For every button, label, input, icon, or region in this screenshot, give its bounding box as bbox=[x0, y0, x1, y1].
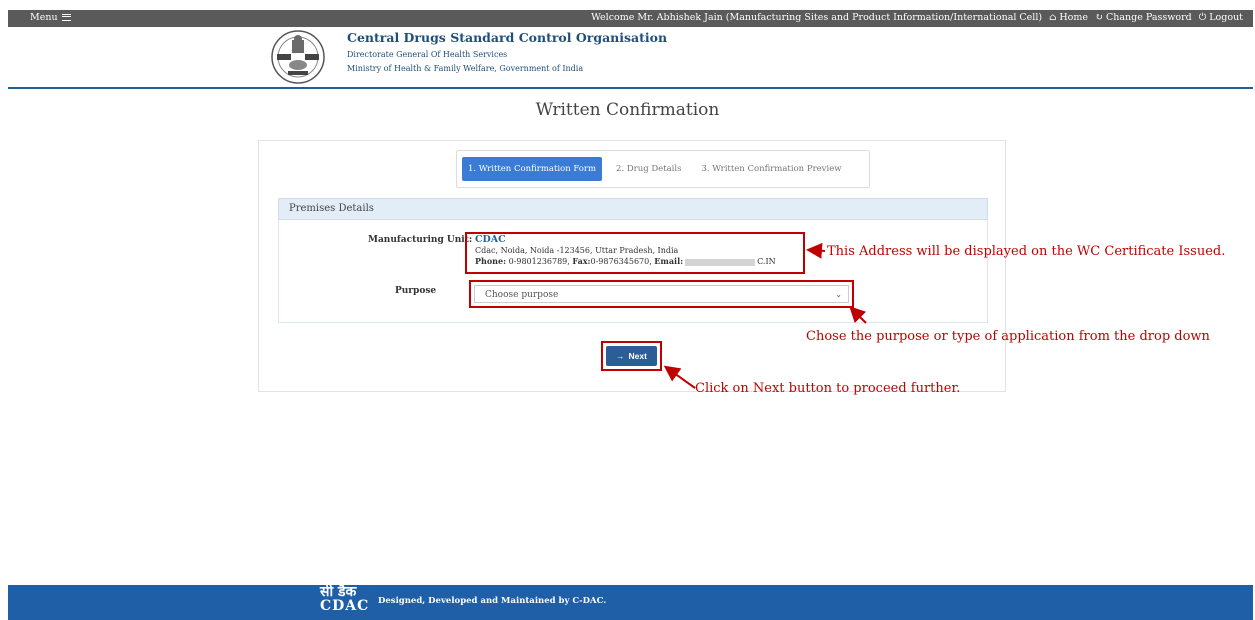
email-label: Email: bbox=[654, 256, 684, 266]
arrow-right-icon: → bbox=[616, 351, 625, 361]
email-tail: C.IN bbox=[757, 257, 776, 266]
cdac-logo: सी डैक CDAC bbox=[320, 585, 369, 613]
menu-button[interactable]: Menu bbox=[30, 12, 71, 23]
home-icon: ⌂ bbox=[1049, 12, 1057, 23]
manufacturing-unit-label: Manufacturing Unit: bbox=[368, 235, 473, 245]
step-written-confirmation-preview[interactable]: 3. Written Confirmation Preview bbox=[695, 157, 847, 181]
top-bar: Menu Welcome Mr. Abhishek Jain (Manufact… bbox=[8, 10, 1253, 27]
step-written-confirmation-form[interactable]: 1. Written Confirmation Form bbox=[462, 157, 603, 181]
directorate-name: Directorate General Of Health Services bbox=[347, 50, 508, 59]
change-password-link[interactable]: ↻ Change Password bbox=[1095, 12, 1192, 23]
hamburger-icon bbox=[61, 14, 71, 21]
purpose-select-value: Choose purpose bbox=[485, 290, 559, 300]
cdac-logo-english: CDAC bbox=[320, 598, 370, 614]
logout-label: Logout bbox=[1209, 12, 1243, 23]
annotation-address: This Address will be displayed on the WC… bbox=[827, 244, 1226, 259]
chevron-down-icon: ⌄ bbox=[835, 290, 842, 299]
cdsco-emblem-logo bbox=[271, 30, 325, 84]
unit-contact: Phone: 0-9801236789, Fax:0-9876345670, E… bbox=[475, 256, 795, 268]
manufacturing-unit-address: CDAC Cdac, Noida, Noida -123456, Uttar P… bbox=[465, 232, 805, 274]
home-link[interactable]: ⌂ Home bbox=[1049, 12, 1088, 23]
change-password-label: Change Password bbox=[1105, 12, 1192, 23]
phone-value: 0-9801236789, bbox=[508, 257, 570, 266]
step-drug-details[interactable]: 2. Drug Details bbox=[610, 157, 687, 181]
annotation-next: Click on Next button to proceed further. bbox=[695, 381, 961, 396]
next-button[interactable]: → Next bbox=[606, 346, 657, 366]
menu-label: Menu bbox=[30, 12, 58, 23]
fax-value: 0-9876345670, bbox=[590, 257, 652, 266]
header-divider bbox=[8, 87, 1253, 89]
refresh-icon: ↻ bbox=[1095, 12, 1103, 23]
home-label: Home bbox=[1059, 12, 1088, 23]
top-right-links: Welcome Mr. Abhishek Jain (Manufacturing… bbox=[591, 12, 1243, 23]
purpose-label: Purpose bbox=[395, 286, 437, 296]
ministry-name: Ministry of Health & Family Welfare, Gov… bbox=[347, 64, 584, 73]
page-title: Written Confirmation bbox=[535, 100, 720, 120]
unit-address: Cdac, Noida, Noida -123456, Uttar Prades… bbox=[475, 245, 679, 255]
purpose-select[interactable]: Choose purpose ⌄ bbox=[474, 285, 849, 303]
organisation-name: Central Drugs Standard Control Organisat… bbox=[347, 30, 668, 45]
welcome-text: Welcome Mr. Abhishek Jain (Manufacturing… bbox=[591, 12, 1043, 23]
unit-name: CDAC bbox=[475, 234, 506, 245]
logout-link[interactable]: ⏻ Logout bbox=[1199, 12, 1243, 23]
footer-credit: Designed, Developed and Maintained by C-… bbox=[378, 596, 607, 606]
wizard-steps: 1. Written Confirmation Form 2. Drug Det… bbox=[456, 150, 870, 188]
next-button-label: Next bbox=[628, 351, 647, 361]
cdac-logo-hindi: सी डैक bbox=[320, 584, 357, 600]
annotation-purpose: Chose the purpose or type of application… bbox=[806, 329, 1210, 344]
site-footer: सी डैक CDAC Designed, Developed and Main… bbox=[8, 585, 1253, 620]
phone-label: Phone: bbox=[475, 256, 507, 266]
premises-details-heading: Premises Details bbox=[278, 198, 988, 220]
email-redacted bbox=[685, 258, 756, 266]
purpose-select-highlight: Choose purpose ⌄ bbox=[469, 280, 854, 308]
power-icon: ⏻ bbox=[1198, 12, 1207, 23]
fax-label: Fax: bbox=[572, 256, 591, 266]
site-header: Central Drugs Standard Control Organisat… bbox=[8, 27, 1253, 85]
next-button-highlight: → Next bbox=[601, 341, 662, 371]
